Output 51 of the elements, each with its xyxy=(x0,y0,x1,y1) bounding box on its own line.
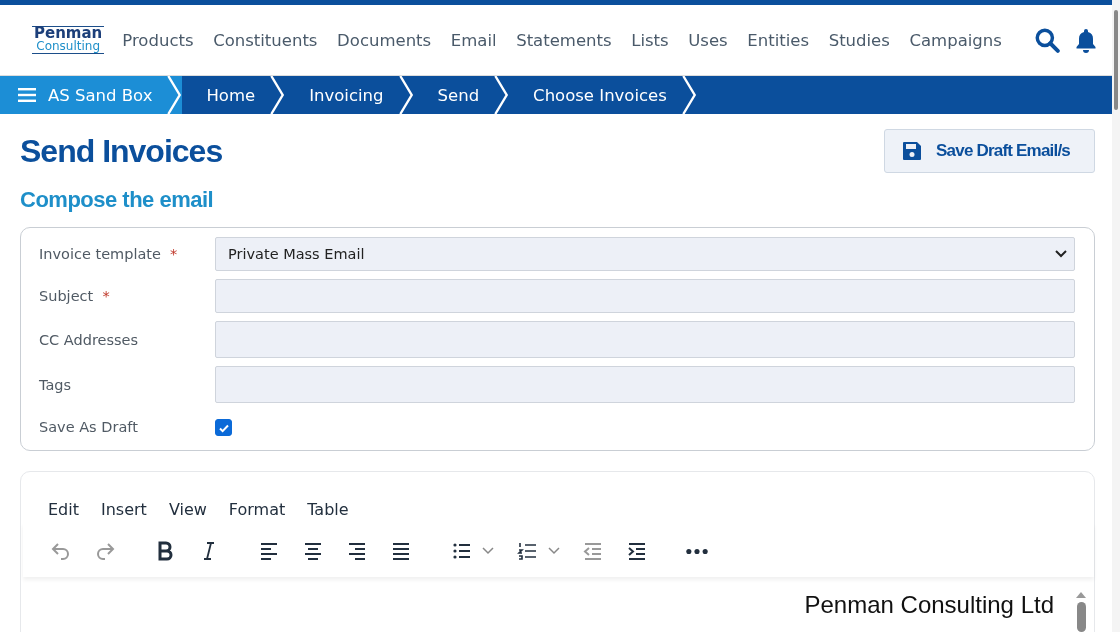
nav-link[interactable]: Statements xyxy=(516,30,612,50)
chevron-right-icon xyxy=(397,76,414,114)
section-title: Compose the email xyxy=(20,187,215,213)
breadcrumb-link[interactable]: Invoicing xyxy=(285,76,414,114)
template-select[interactable]: Private Mass Email xyxy=(215,237,1075,271)
checkbox[interactable] xyxy=(215,419,232,436)
nav-link[interactable]: Lists xyxy=(631,30,669,50)
field-label: Subject * xyxy=(39,288,111,304)
company-logo[interactable]: Penman Consulting xyxy=(32,26,105,54)
scrollbar[interactable] xyxy=(1112,0,1120,632)
nav-link[interactable]: Uses xyxy=(688,30,728,50)
more-icon xyxy=(685,547,709,555)
chevron-down-icon xyxy=(482,547,494,555)
nav-link[interactable]: Constituents xyxy=(213,30,318,50)
editor-menu-item[interactable]: Insert xyxy=(101,500,147,519)
editor-menu-item[interactable]: Table xyxy=(307,500,349,519)
scrollbar[interactable] xyxy=(1074,591,1088,632)
field-label: Save As Draft xyxy=(39,418,139,435)
scroll-up-icon[interactable] xyxy=(1075,591,1087,599)
save-draft-button[interactable]: Save Draft Email/s xyxy=(884,129,1095,173)
nav-link[interactable]: Campaigns xyxy=(909,30,1002,50)
breadcrumb-link[interactable]: Send xyxy=(413,76,510,114)
page-title: Send Invoices xyxy=(20,132,223,170)
nav-link[interactable]: Studies xyxy=(828,30,890,50)
company-name-text: Penman Consulting Ltd xyxy=(804,591,1054,620)
editor-menu-item[interactable]: Edit xyxy=(48,500,79,519)
editor-menu-item[interactable]: View xyxy=(168,500,207,519)
nav-link[interactable]: Entities xyxy=(747,30,810,50)
input-field[interactable] xyxy=(215,321,1075,358)
breadcrumb-link[interactable]: Choose Invoices xyxy=(509,76,697,114)
nav-link[interactable]: Email xyxy=(450,30,497,50)
menu-breadcrumb[interactable]: AS Sand Box xyxy=(0,76,183,114)
chevron-right-icon xyxy=(166,76,183,114)
nav-link[interactable]: Products xyxy=(122,30,194,50)
input-field[interactable] xyxy=(215,366,1075,403)
nav-link[interactable]: Documents xyxy=(337,30,432,50)
field-label: Invoice template * xyxy=(39,246,179,262)
save-icon xyxy=(902,141,923,161)
menu-icon xyxy=(18,88,36,102)
chevron-down-icon xyxy=(548,547,560,555)
editor-menu-item[interactable]: Format xyxy=(228,500,286,519)
field-label: Tags xyxy=(39,376,73,393)
breadcrumb-link[interactable]: Home xyxy=(182,76,286,114)
chevron-right-icon xyxy=(680,76,697,114)
field-label: CC Addresses xyxy=(39,331,140,348)
chevron-down-icon xyxy=(1055,250,1067,258)
search-icon[interactable] xyxy=(1034,27,1060,53)
chevron-right-icon xyxy=(269,76,286,114)
chevron-right-icon xyxy=(493,76,510,114)
input-field[interactable] xyxy=(215,279,1075,313)
bell-icon[interactable] xyxy=(1074,27,1098,53)
